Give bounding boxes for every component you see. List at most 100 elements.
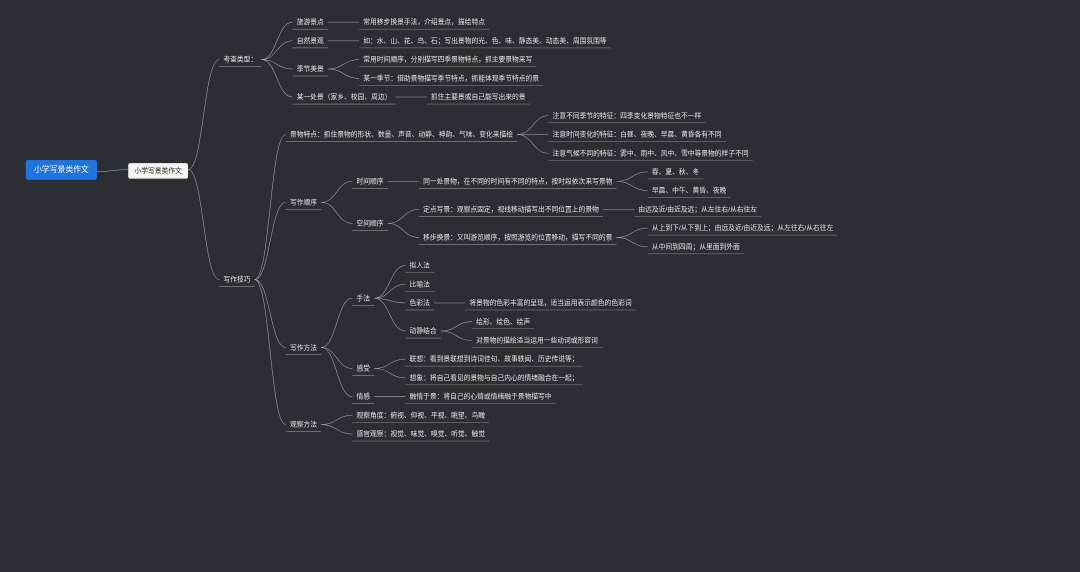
node-label: 感官观察：视觉、味觉、嗅觉、听觉、触觉 bbox=[352, 427, 489, 441]
mindmap-node[interactable]: 时间顺序 bbox=[352, 175, 387, 189]
mindmap-node[interactable]: 移步换景：又叫游览顺序，按照游览的位置移动，描写不同的景 bbox=[419, 231, 617, 245]
node-label: 联想：看到景联想到诗词佳句、故事轶闻、历史传说等； bbox=[405, 352, 582, 366]
mindmap-node[interactable]: 比喻法 bbox=[405, 277, 434, 291]
mindmap-connector bbox=[374, 298, 405, 303]
mindmap-connector bbox=[261, 22, 292, 59]
node-label: 从中间到四周；从里面到外面 bbox=[648, 240, 744, 254]
mindmap-node[interactable]: 注意时间变化的特征：白昼、夜晚、早晨、黄昏各有不同 bbox=[548, 128, 725, 142]
mindmap-node[interactable]: 观察角度：俯视、仰视、平视、眺望、鸟瞰 bbox=[352, 409, 489, 423]
mindmap-connector bbox=[188, 60, 219, 170]
mindmap-node[interactable]: 对景物的描绘适当运用一些动词或形容词 bbox=[472, 334, 602, 348]
mindmap-node[interactable]: 感官观察：视觉、味觉、嗅觉、听觉、触觉 bbox=[352, 427, 489, 441]
mindmap-node[interactable]: 抓住主要景或自己能写出来的景 bbox=[427, 90, 530, 104]
node-label: 常用移步换景手法，介绍景点，描绘特点 bbox=[359, 15, 489, 29]
mindmap-node[interactable]: 手法 bbox=[352, 292, 374, 306]
node-label: 情感 bbox=[352, 390, 374, 404]
mindmap-node[interactable]: 旅游景点 bbox=[293, 15, 328, 29]
mindmap-node[interactable]: 春、夏、秋、冬 bbox=[648, 165, 704, 179]
node-label: 由远及近/由近及远；从左往右/从右往左 bbox=[634, 203, 761, 217]
node-label: 感受 bbox=[352, 362, 374, 376]
node-label: 注意时间变化的特征：白昼、夜晚、早晨、黄昏各有不同 bbox=[548, 128, 725, 142]
mindmap-node[interactable]: 从中间到四周；从里面到外面 bbox=[648, 240, 744, 254]
node-label: 观察角度：俯视、仰视、平视、眺望、鸟瞰 bbox=[352, 409, 489, 423]
mindmap-node[interactable]: 某一季节：借助景物描写季节特点，抓能体现季节特点的景 bbox=[359, 72, 543, 86]
node-label: 移步换景：又叫游览顺序，按照游览的位置移动，描写不同的景 bbox=[419, 231, 617, 245]
mindmap-connector bbox=[255, 280, 286, 348]
mindmap-node[interactable]: 常用时间顺序，分别描写四季景物特点，抓主要景物来写 bbox=[359, 53, 536, 67]
mindmap-connector bbox=[321, 298, 352, 347]
mindmap-node[interactable]: 早晨、中午、黄昏、夜晚 bbox=[648, 184, 731, 198]
mindmap-connector bbox=[517, 116, 548, 135]
mindmap-node[interactable]: 动静结合 bbox=[405, 324, 440, 338]
mindmap-node[interactable]: 拟人法 bbox=[405, 259, 434, 273]
node-label: 对景物的描绘适当运用一些动词或形容词 bbox=[472, 334, 602, 348]
mindmap-connector bbox=[261, 60, 292, 97]
node-label: 写作技巧 bbox=[219, 273, 254, 287]
node-label: 写作方法 bbox=[286, 341, 321, 355]
node-label: 考查类型： bbox=[219, 53, 261, 67]
mindmap-node[interactable]: 定点写景：观察点固定，视线移动描写出不同位置上的景物 bbox=[419, 203, 603, 217]
node-label: 某一处景（家乡、校园、周边） bbox=[293, 90, 396, 104]
mindmap-node[interactable]: 写作技巧 bbox=[219, 273, 254, 287]
mindmap-node[interactable]: 写作方法 bbox=[286, 341, 321, 355]
node-label: 空间顺序 bbox=[352, 217, 387, 231]
mindmap-node[interactable]: 写作顺序 bbox=[286, 196, 321, 210]
node-label: 注意气候不同的特征：雾中、雨中、风中、雪中等景物的样子不同 bbox=[548, 146, 752, 160]
node-label: 小学写景类作文 bbox=[128, 163, 188, 179]
mindmap-node[interactable]: 考查类型： bbox=[219, 53, 261, 67]
mindmap-connector bbox=[188, 170, 219, 280]
mindmap-connector bbox=[321, 202, 352, 223]
mindmap-connector bbox=[261, 41, 292, 60]
mindmap-node[interactable]: 小学写景类作文 bbox=[26, 160, 97, 180]
mindmap-node[interactable]: 由远及近/由近及远；从左往右/从右往左 bbox=[634, 203, 761, 217]
mindmap-node[interactable]: 联想：看到景联想到诗词佳句、故事轶闻、历史传说等； bbox=[405, 352, 582, 366]
mindmap-connector bbox=[374, 266, 405, 299]
mindmap-node[interactable]: 注意不同季节的特征：四季变化景物特征也不一样 bbox=[548, 109, 705, 123]
node-label: 早晨、中午、黄昏、夜晚 bbox=[648, 184, 731, 198]
mindmap-node[interactable]: 季节美景 bbox=[293, 62, 328, 76]
mindmap-connector bbox=[97, 170, 128, 172]
mindmap-connector bbox=[328, 69, 359, 78]
mindmap-node[interactable]: 小学写景类作文 bbox=[128, 163, 188, 179]
node-label: 定点写景：观察点固定，视线移动描写出不同位置上的景物 bbox=[419, 203, 603, 217]
mindmap-connector bbox=[255, 202, 286, 279]
mindmap-node[interactable]: 感受 bbox=[352, 362, 374, 376]
node-label: 如：水、山、花、鸟、石；写出景物的光、色、味、静态美、动态美、周围氛围等 bbox=[359, 34, 611, 48]
mindmap-node[interactable]: 某一处景（家乡、校园、周边） bbox=[293, 90, 396, 104]
mindmap-connector bbox=[388, 209, 419, 223]
mindmap-node[interactable]: 常用移步换景手法，介绍景点，描绘特点 bbox=[359, 15, 489, 29]
mindmap-node[interactable]: 同一处景物，在不同的时间有不同的特点，按时段依次来写景物 bbox=[419, 175, 617, 189]
mindmap-canvas[interactable]: 小学写景类作文 小学写景类作文 考查类型： 旅游景点 常用移步换景手法，介绍景点，描绘特… bbox=[5, 5, 1075, 563]
mindmap-connector bbox=[374, 368, 405, 377]
node-label: 融情于景：将自己的心情或情绪融于景物描写中 bbox=[405, 390, 555, 404]
mindmap-connector bbox=[374, 284, 405, 298]
mindmap-node[interactable]: 从上到下/从下到上；由远及近/由近及远；从左往右/从右往左 bbox=[648, 221, 838, 235]
mindmap-connector bbox=[255, 280, 286, 425]
mindmap-connector bbox=[388, 223, 419, 237]
node-label: 某一季节：借助景物描写季节特点，抓能体现季节特点的景 bbox=[359, 72, 543, 86]
mindmap-node[interactable]: 空间顺序 bbox=[352, 217, 387, 231]
mindmap-node[interactable]: 融情于景：将自己的心情或情绪融于景物描写中 bbox=[405, 390, 555, 404]
mindmap-node[interactable]: 想象：将自己看见的景物与自己内心的情绪融合在一起； bbox=[405, 371, 582, 385]
mindmap-node[interactable]: 观察方法 bbox=[286, 418, 321, 432]
mindmap-node[interactable]: 将景物的色彩丰富的呈现，适当运用表示颜色的色彩词 bbox=[465, 296, 636, 310]
node-label: 春、夏、秋、冬 bbox=[648, 165, 704, 179]
mindmap-node[interactable]: 如：水、山、花、鸟、石；写出景物的光、色、味、静态美、动态美、周围氛围等 bbox=[359, 34, 611, 48]
mindmap-node[interactable]: 色彩法 bbox=[405, 296, 434, 310]
mindmap-connector bbox=[517, 134, 548, 153]
mindmap-connector bbox=[374, 298, 405, 331]
mindmap-node[interactable]: 注意气候不同的特征：雾中、雨中、风中、雪中等景物的样子不同 bbox=[548, 146, 752, 160]
node-label: 注意不同季节的特征：四季变化景物特征也不一样 bbox=[548, 109, 705, 123]
mindmap-node[interactable]: 绘形、绘色、绘声 bbox=[472, 315, 534, 329]
node-label: 旅游景点 bbox=[293, 15, 328, 29]
node-label: 常用时间顺序，分别描写四季景物特点，抓主要景物来写 bbox=[359, 53, 536, 67]
mindmap-node[interactable]: 景物特点：抓住景物的形状、数量、声音、动静、神韵、气味、变化来描绘 bbox=[286, 128, 517, 142]
node-label: 动静结合 bbox=[405, 324, 440, 338]
node-label: 观察方法 bbox=[286, 418, 321, 432]
node-label: 拟人法 bbox=[405, 259, 434, 273]
node-label: 时间顺序 bbox=[352, 175, 387, 189]
mindmap-node[interactable]: 自然景观 bbox=[293, 34, 328, 48]
mindmap-node[interactable]: 情感 bbox=[352, 390, 374, 404]
node-label: 绘形、绘色、绘声 bbox=[472, 315, 534, 329]
mindmap-connector bbox=[321, 181, 352, 202]
